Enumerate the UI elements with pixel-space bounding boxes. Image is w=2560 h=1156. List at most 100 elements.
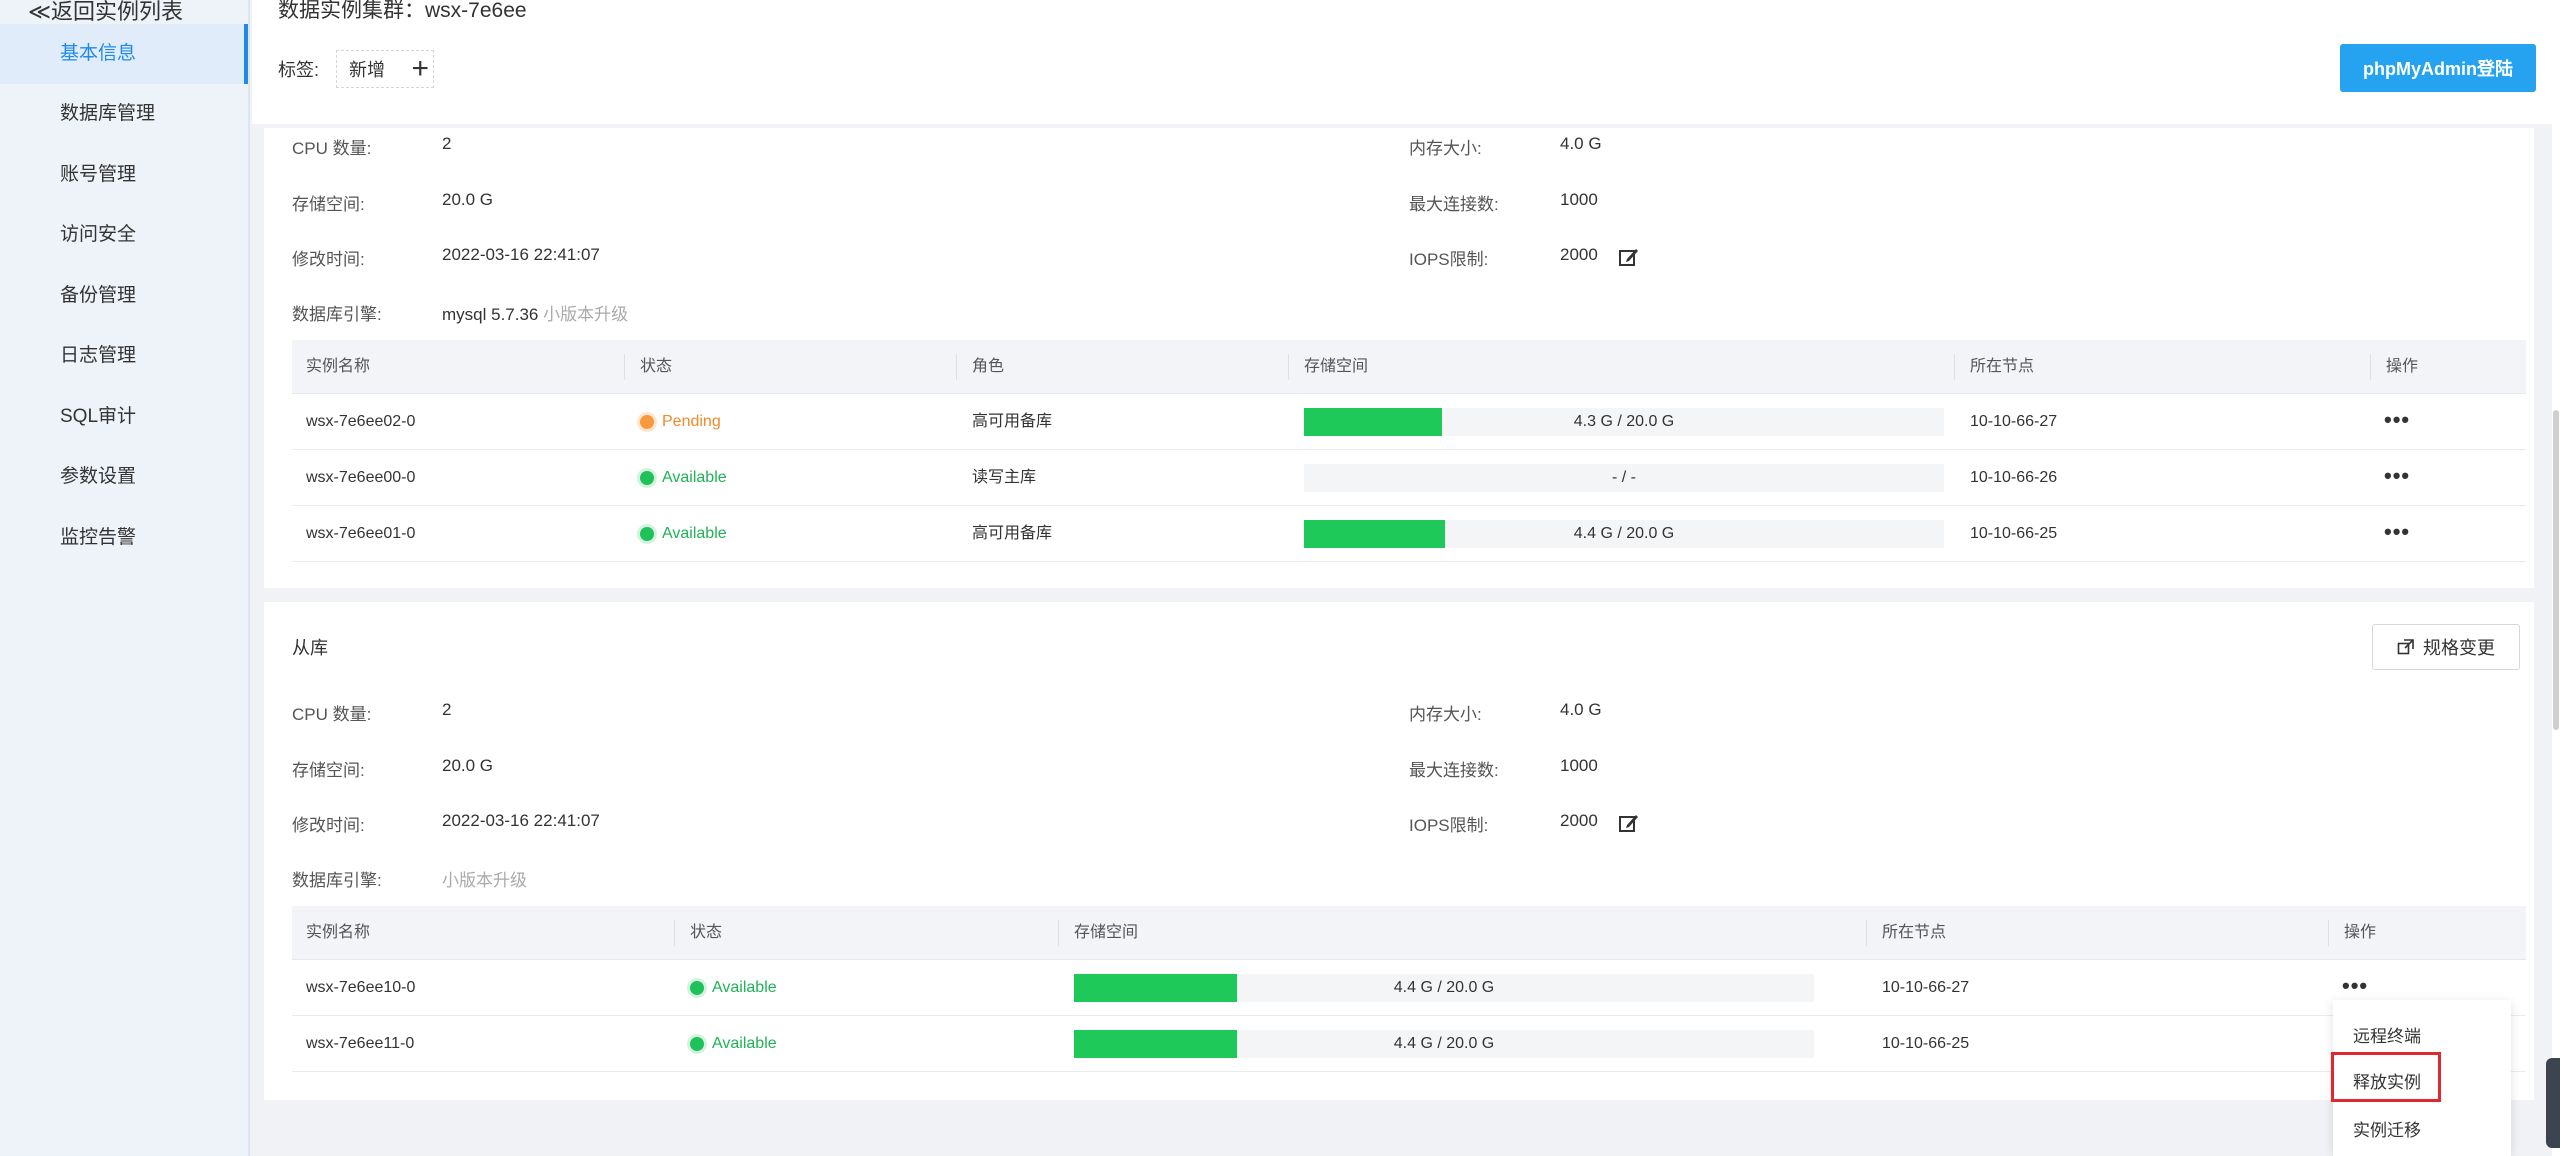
iops-value: 2000 bbox=[1560, 245, 1598, 264]
col-storage: 存储空间 bbox=[1304, 358, 1369, 375]
cpu-label: CPU 数量: bbox=[292, 705, 372, 724]
cluster-title: 数据实例集群：wsx-7e6ee bbox=[278, 0, 527, 22]
sidebar-item-basic-info[interactable]: 基本信息 bbox=[0, 24, 248, 84]
storage-usage-text: 4.4 G / 20.0 G bbox=[1393, 1035, 1495, 1052]
phpmyadmin-login-button[interactable]: phpMyAdmin登陆 bbox=[2340, 44, 2536, 92]
edit-iops-icon[interactable] bbox=[1618, 812, 1640, 834]
table-row: wsx-7e6ee11-0 Available 4.4 G / 20.0 G 1… bbox=[292, 1016, 2526, 1072]
menu-item-migrate-instance[interactable]: 实例迁移 bbox=[2353, 1116, 2421, 1141]
memory-value: 4.0 G bbox=[1560, 700, 1602, 719]
primary-instance-table: 实例名称 状态 角色 存储空间 所在节点 操作 wsx-7e6ee02-0 Pe… bbox=[292, 340, 2526, 562]
engine-label: 数据库引擎: bbox=[292, 305, 382, 324]
spec-change-button[interactable]: 规格变更 bbox=[2372, 624, 2520, 670]
memory-label: 内存大小: bbox=[1409, 139, 1482, 158]
storage-usage-bar: 4.4 G / 20.0 G bbox=[1074, 1030, 1814, 1058]
col-status: 状态 bbox=[640, 358, 673, 375]
status-text: Available bbox=[712, 979, 777, 996]
cpu-value: 2 bbox=[442, 134, 452, 153]
plus-icon: + bbox=[411, 52, 429, 85]
col-status: 状态 bbox=[690, 924, 723, 941]
status-dot-icon bbox=[690, 1037, 704, 1051]
side-widget-handle[interactable] bbox=[2546, 1058, 2560, 1148]
spec-change-label: 规格变更 bbox=[2423, 638, 2495, 658]
node: 10-10-66-25 bbox=[1970, 525, 2058, 542]
col-actions: 操作 bbox=[2344, 924, 2377, 941]
table-header: 实例名称 状态 角色 存储空间 所在节点 操作 bbox=[292, 340, 2526, 394]
sidebar-item-account-management[interactable]: 账号管理 bbox=[0, 145, 248, 205]
more-actions-icon[interactable]: ••• bbox=[2384, 394, 2410, 450]
engine-label: 数据库引擎: bbox=[292, 871, 382, 890]
menu-item-remote-terminal[interactable]: 远程终端 bbox=[2353, 1022, 2421, 1047]
storage-usage-text: 4.4 G / 20.0 G bbox=[1573, 525, 1675, 542]
instance-name: wsx-7e6ee00-0 bbox=[306, 469, 416, 486]
node: 10-10-66-26 bbox=[1970, 469, 2058, 486]
storage-usage-bar: 4.4 G / 20.0 G bbox=[1304, 520, 1944, 548]
status-dot-icon bbox=[640, 527, 654, 541]
storage-usage-bar: 4.3 G / 20.0 G bbox=[1304, 408, 1944, 436]
max-connections-value: 1000 bbox=[1560, 756, 1598, 775]
modified-time-value: 2022-03-16 22:41:07 bbox=[442, 811, 600, 830]
col-role: 角色 bbox=[972, 358, 1005, 375]
status-text: Available bbox=[662, 525, 727, 542]
more-actions-icon[interactable]: ••• bbox=[2384, 450, 2410, 506]
minor-version-upgrade-link[interactable]: 小版本升级 bbox=[543, 305, 628, 324]
storage-label: 存储空间: bbox=[292, 761, 365, 780]
sidebar-item-log-management[interactable]: 日志管理 bbox=[0, 326, 248, 386]
max-connections-label: 最大连接数: bbox=[1409, 195, 1499, 214]
highlight-box bbox=[2331, 1052, 2441, 1102]
role: 高可用备库 bbox=[972, 525, 1053, 542]
replica-instance-card: 从库 规格变更 CPU 数量: 2 内存大小: 4.0 G 存储空间: 20.0… bbox=[264, 602, 2534, 1100]
instance-name: wsx-7e6ee10-0 bbox=[306, 979, 416, 996]
edit-iops-icon[interactable] bbox=[1618, 246, 1640, 268]
sidebar-item-backup-management[interactable]: 备份管理 bbox=[0, 266, 248, 326]
replica-instance-table: 实例名称 状态 存储空间 所在节点 操作 wsx-7e6ee10-0 Avail… bbox=[292, 906, 2526, 1072]
status-text: Pending bbox=[662, 413, 721, 430]
memory-label: 内存大小: bbox=[1409, 705, 1482, 724]
node: 10-10-66-25 bbox=[1882, 1035, 1970, 1052]
node: 10-10-66-27 bbox=[1882, 979, 1970, 996]
sidebar-item-database-management[interactable]: 数据库管理 bbox=[0, 84, 248, 144]
role: 读写主库 bbox=[972, 469, 1037, 486]
replica-section-title: 从库 bbox=[292, 638, 328, 658]
sidebar-item-parameter-settings[interactable]: 参数设置 bbox=[0, 447, 248, 507]
role: 高可用备库 bbox=[972, 413, 1053, 430]
storage-value: 20.0 G bbox=[442, 190, 494, 209]
table-row: wsx-7e6ee02-0 Pending 高可用备库 4.3 G / 20.0… bbox=[292, 394, 2526, 450]
primary-instance-card: CPU 数量: 2 内存大小: 4.0 G 存储空间: 20.0 G 最大连接数… bbox=[264, 128, 2534, 588]
sidebar-item-access-security[interactable]: 访问安全 bbox=[0, 205, 248, 265]
iops-label: IOPS限制: bbox=[1409, 816, 1489, 835]
sidebar-item-monitoring-alerts[interactable]: 监控告警 bbox=[0, 508, 248, 568]
modified-time-label: 修改时间: bbox=[292, 250, 365, 269]
iops-value: 2000 bbox=[1560, 811, 1598, 830]
tag-label: 标签: bbox=[278, 60, 320, 80]
scrollbar-thumb[interactable] bbox=[2553, 410, 2559, 730]
sidebar: ≪返回实例列表 基本信息 数据库管理 账号管理 访问安全 备份管理 日志管理 S… bbox=[0, 0, 250, 1156]
node: 10-10-66-27 bbox=[1970, 413, 2058, 430]
status-dot-icon bbox=[640, 415, 654, 429]
status-dot-icon bbox=[640, 471, 654, 485]
max-connections-label: 最大连接数: bbox=[1409, 761, 1499, 780]
status-text: Available bbox=[712, 1035, 777, 1052]
page-header: 数据实例集群：wsx-7e6ee 标签: 新增 + phpMyAdmin登陆 bbox=[252, 0, 2560, 124]
status-cell: Pending bbox=[626, 394, 721, 450]
status-cell: Available bbox=[676, 960, 777, 1016]
more-actions-icon[interactable]: ••• bbox=[2384, 506, 2410, 562]
status-cell: Available bbox=[676, 1016, 777, 1072]
status-dot-icon bbox=[690, 981, 704, 995]
storage-usage-text: - / - bbox=[1612, 469, 1636, 486]
sidebar-item-sql-audit[interactable]: SQL审计 bbox=[0, 387, 248, 447]
instance-name: wsx-7e6ee01-0 bbox=[306, 525, 416, 542]
storage-value: 20.0 G bbox=[442, 756, 494, 775]
add-tag-button[interactable]: 新增 + bbox=[336, 50, 434, 88]
cpu-label: CPU 数量: bbox=[292, 139, 372, 158]
memory-value: 4.0 G bbox=[1560, 134, 1602, 153]
table-row: wsx-7e6ee00-0 Available 读写主库 - / - 10-10… bbox=[292, 450, 2526, 506]
col-node: 所在节点 bbox=[1882, 924, 1947, 941]
instance-name: wsx-7e6ee11-0 bbox=[306, 1035, 415, 1052]
storage-usage-text: 4.3 G / 20.0 G bbox=[1573, 413, 1675, 430]
cpu-value: 2 bbox=[442, 700, 452, 719]
max-connections-value: 1000 bbox=[1560, 190, 1598, 209]
back-to-instance-list-link[interactable]: ≪返回实例列表 bbox=[28, 0, 183, 26]
minor-version-upgrade-link[interactable]: 小版本升级 bbox=[442, 866, 527, 891]
engine-version: mysql 5.7.36 bbox=[442, 305, 539, 324]
